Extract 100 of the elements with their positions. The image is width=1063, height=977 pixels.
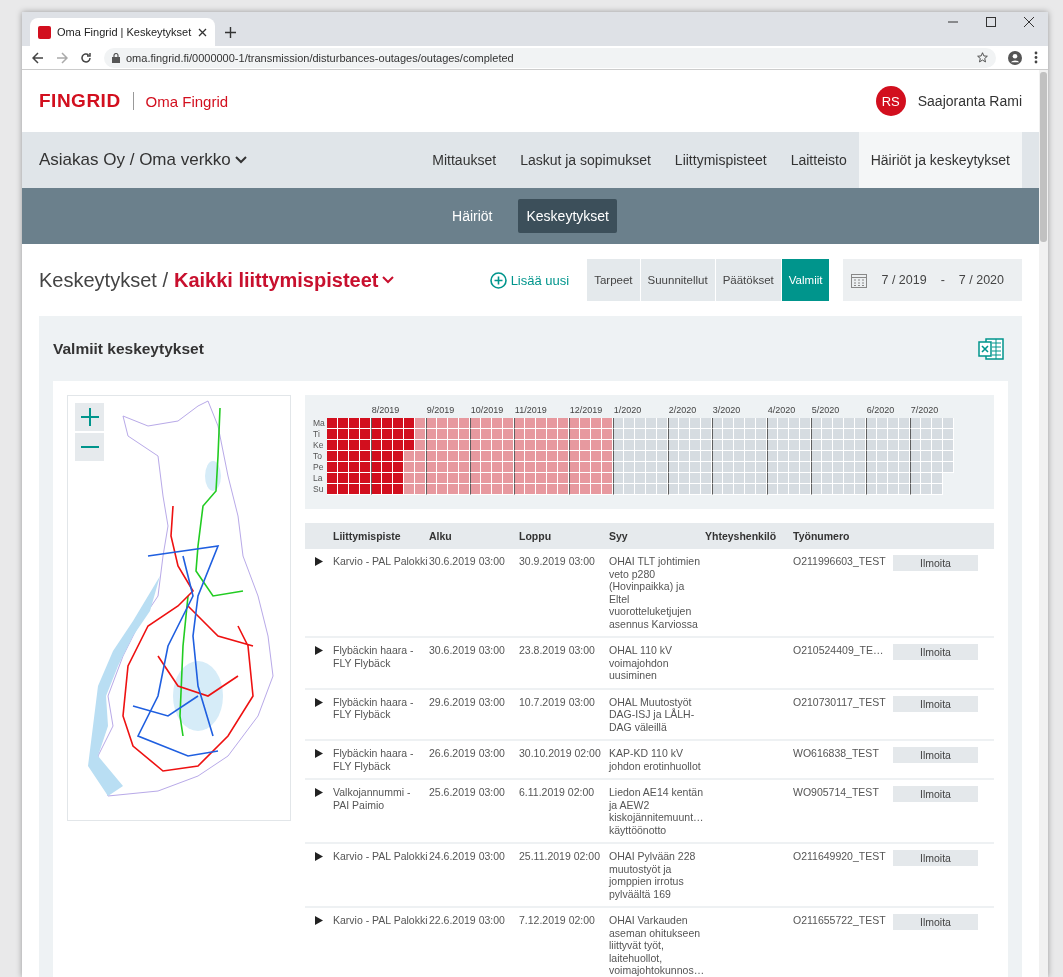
status-tab[interactable]: Päätökset xyxy=(715,259,781,301)
table-cell-text: O210730117_TEST xyxy=(793,695,887,708)
table-cell-text: KAP-KD 110 kV johdon erotinhuollot xyxy=(609,747,702,772)
report-button[interactable]: Ilmoita xyxy=(893,914,978,930)
column-header[interactable]: Alku xyxy=(429,530,519,542)
zoom-out-button[interactable] xyxy=(75,433,104,461)
table-cell-text: OHAL Muutostyöt DAG-ISJ ja LÅLH-DAG väleillä xyxy=(609,695,696,733)
report-button[interactable]: Ilmoita xyxy=(893,786,978,802)
status-tab[interactable]: Tarpeet xyxy=(587,259,640,301)
menu-icon[interactable] xyxy=(1034,51,1038,64)
status-tab[interactable]: Valmiit xyxy=(781,259,830,301)
browser-tab[interactable]: Oma Fingrid | Keskeytykset xyxy=(30,18,215,46)
report-button[interactable]: Ilmoita xyxy=(893,644,978,660)
table-cell-text: 25.11.2019 02:00 xyxy=(519,850,601,863)
table-cell-text: Flybäckin haara - FLY Flybäck xyxy=(333,644,415,669)
nav-tab[interactable]: Laitteisto xyxy=(778,132,859,188)
month-label: 9/2019 xyxy=(426,405,455,415)
month-label: 6/2020 xyxy=(866,405,895,415)
date-to: 7 / 2020 xyxy=(958,273,1004,287)
expand-icon[interactable] xyxy=(315,557,323,566)
spreadsheet-icon[interactable] xyxy=(978,336,1004,361)
subnav-tab[interactable]: Keskeytykset xyxy=(518,199,617,233)
site-favicon xyxy=(38,25,51,39)
app-name: Oma Fingrid xyxy=(145,92,229,110)
column-header[interactable]: Yhteyshenkilö xyxy=(705,530,793,542)
month-label: 8/2019 xyxy=(371,405,400,415)
date-range-field[interactable]: 7 / 2019 - 7 / 2020 xyxy=(843,259,1022,301)
table-cell-text: 25.6.2019 03:00 xyxy=(429,786,506,799)
month-label: 3/2020 xyxy=(712,405,741,415)
logo[interactable]: FINGRID xyxy=(39,90,121,112)
expand-icon[interactable] xyxy=(315,646,323,655)
month-label: 10/2019 xyxy=(470,405,504,415)
close-tab-icon[interactable] xyxy=(198,27,207,37)
plus-icon xyxy=(80,408,99,426)
maximize-icon[interactable] xyxy=(986,17,996,27)
account-icon[interactable] xyxy=(1008,50,1022,65)
close-icon[interactable] xyxy=(1024,17,1034,27)
tab-title: Oma Fingrid | Keskeytykset xyxy=(57,26,192,38)
nav-tab[interactable]: Mittaukset xyxy=(420,132,509,188)
column-header[interactable]: Loppu xyxy=(519,530,609,542)
weekday-label: Ke xyxy=(313,440,325,451)
month-label: 2/2020 xyxy=(668,405,697,415)
column-header[interactable]: Työnumero xyxy=(793,530,893,542)
scrollbar[interactable] xyxy=(1039,70,1048,977)
table-cell: OHAI Varkauden aseman ohitukseen liittyvät työt, laitehuollot, voimajohtokunnos… xyxy=(609,914,705,977)
month-label: 12/2019 xyxy=(569,405,603,415)
section-title: Valmiit keskeytykset xyxy=(53,339,204,358)
report-button[interactable]: Ilmoita xyxy=(893,695,978,712)
date-from: 7 / 2019 xyxy=(881,273,927,287)
expand-icon[interactable] xyxy=(315,916,323,925)
expand-icon[interactable] xyxy=(315,749,323,758)
user-avatar[interactable]: RS xyxy=(875,86,906,116)
back-icon[interactable] xyxy=(32,51,44,64)
table-cell-text: 24.6.2019 03:00 xyxy=(429,850,506,863)
star-icon[interactable] xyxy=(977,52,988,63)
expand-icon[interactable] xyxy=(315,697,323,707)
nav-tab[interactable]: Laskut ja sopimukset xyxy=(508,132,663,188)
table-cell-text: 30.6.2019 03:00 xyxy=(429,644,506,657)
report-button[interactable]: Ilmoita xyxy=(893,747,978,763)
reload-icon[interactable] xyxy=(80,51,92,64)
weekday-label: Su xyxy=(313,484,325,495)
table-cell-text: O211649920_TEST xyxy=(793,850,887,863)
scope-dropdown[interactable]: Kaikki liittymispisteet xyxy=(173,268,395,292)
table-cell-text: OHAI Pylvään 228 muutostyöt ja jomppien irrotus pylväältä 169 xyxy=(609,850,697,900)
table-cell: Karvio - PAL Palokki xyxy=(333,914,429,927)
nav-tab[interactable]: Häiriöt ja keskeytykset xyxy=(858,132,1022,188)
table-cell: Karvio - PAL Palokki xyxy=(333,555,429,568)
table-cell-text: O211655722_TEST xyxy=(793,914,887,927)
table-cell-text: 23.8.2019 03:00 xyxy=(519,644,596,657)
plus-circle-icon xyxy=(489,271,507,289)
month-label: 1/2020 xyxy=(613,405,642,415)
nav-tab[interactable]: Liittymispisteet xyxy=(662,132,779,188)
table-cell-text: OHAL 110 kV voimajohdon uusiminen xyxy=(609,644,674,682)
weekday-label: To xyxy=(313,451,323,462)
table-cell-text: OHAI TLT johtimien veto p280 (Hovinpaikka) ja Eltel vuorotteluketjujen asennus Karviossa xyxy=(609,555,702,630)
report-button[interactable]: Ilmoita xyxy=(893,850,978,866)
customer-dropdown[interactable]: Asiakas Oy / Oma verkko xyxy=(39,132,247,188)
table-cell: Karvio - PAL Palokki xyxy=(333,850,429,863)
table-cell-text: 29.6.2019 03:00 xyxy=(429,695,506,708)
table-cell-text: 22.6.2019 03:00 xyxy=(429,914,506,927)
expand-icon[interactable] xyxy=(315,852,323,861)
lock-icon xyxy=(112,52,120,63)
table-cell-text: 6.11.2019 02:00 xyxy=(519,786,596,799)
table-cell-text: O210524409_TE… xyxy=(793,644,885,657)
table-cell-text: 30.10.2019 02:00 xyxy=(519,747,602,760)
table-cell-text: Flybäckin haara - FLY Flybäck xyxy=(333,747,415,772)
zoom-in-button[interactable] xyxy=(75,403,104,431)
expand-icon[interactable] xyxy=(315,788,323,797)
status-tab[interactable]: Suunnitellut xyxy=(640,259,715,301)
table-cell-text: WO905714_TEST xyxy=(793,786,880,799)
subnav-tab[interactable]: Häiriöt xyxy=(444,199,501,233)
column-header[interactable]: Liittymispiste xyxy=(333,530,429,542)
table-cell-text: WO616838_TEST xyxy=(793,747,880,760)
column-header[interactable]: Syy xyxy=(609,530,705,542)
report-button[interactable]: Ilmoita xyxy=(893,555,978,571)
new-tab-icon[interactable] xyxy=(225,27,236,38)
table-cell-text: Flybäckin haara - FLY Flybäck xyxy=(333,695,415,721)
table-cell-text: 10.7.2019 03:00 xyxy=(519,695,596,708)
date-separator: - xyxy=(940,273,945,287)
add-new-button[interactable]: Lisää uusi xyxy=(483,270,576,290)
